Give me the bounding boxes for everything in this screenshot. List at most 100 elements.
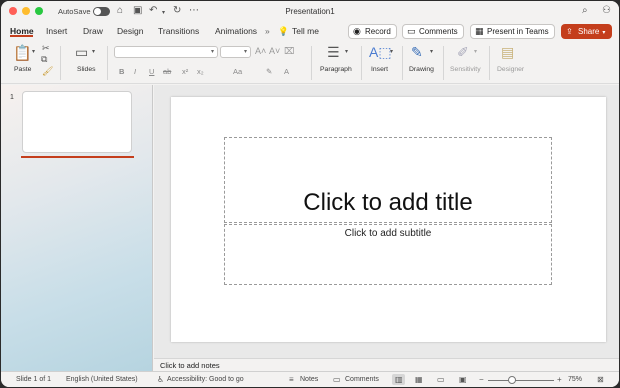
- title-placeholder-text: Click to add title: [303, 189, 473, 216]
- drawing-icon[interactable]: ✎: [411, 44, 423, 61]
- italic-button[interactable]: I: [134, 67, 136, 76]
- insert-shapes-icon[interactable]: A⬚: [369, 44, 392, 61]
- accessibility-status[interactable]: Accessibility: Good to go: [167, 376, 244, 383]
- share-people-icon[interactable]: ⚇: [602, 5, 611, 17]
- bold-button[interactable]: B: [119, 67, 124, 76]
- superscript-button[interactable]: x²: [182, 67, 188, 76]
- selected-slide-indicator: [21, 156, 134, 158]
- record-icon: ◉: [353, 26, 361, 36]
- notes-icon: ≡: [289, 375, 294, 384]
- tab-animations[interactable]: Animations: [215, 26, 257, 36]
- designer-icon: ▤: [501, 44, 515, 60]
- present-in-teams-button[interactable]: ▦ Present in Teams: [470, 24, 555, 39]
- paragraph-dropdown-icon[interactable]: ▾: [345, 48, 348, 55]
- share-icon: ⇪: [566, 27, 573, 36]
- format-painter-icon[interactable]: 🖌: [42, 66, 53, 77]
- paste-icon[interactable]: 📋: [13, 44, 32, 62]
- slide-sorter-icon[interactable]: ▦: [415, 375, 423, 384]
- powerpoint-window: AutoSave ⌂ ▣ ↶ ▾ ↻ ⋯ Presentation1 ⌕ ⚇ H…: [1, 1, 619, 387]
- undo-icon[interactable]: ↶: [149, 5, 157, 17]
- copy-icon[interactable]: ⧉: [41, 54, 47, 65]
- accessibility-icon: ♿: [157, 375, 165, 384]
- minimize-window-button[interactable]: [22, 7, 30, 15]
- divider: [107, 46, 108, 80]
- comments-status-icon: ▭: [333, 375, 341, 384]
- comments-status-button[interactable]: Comments: [345, 376, 379, 383]
- fit-to-window-icon[interactable]: ⊠: [597, 375, 604, 384]
- slide-count: Slide 1 of 1: [16, 376, 52, 383]
- font-size-select[interactable]: ▾: [220, 46, 251, 58]
- divider: [311, 46, 312, 80]
- autosave-toggle[interactable]: [93, 7, 110, 16]
- decrease-font-icon[interactable]: A˅: [269, 46, 280, 56]
- divider: [402, 46, 403, 80]
- title-placeholder[interactable]: Click to add title: [224, 137, 552, 223]
- tab-design[interactable]: Design: [117, 26, 143, 36]
- drawing-label: Drawing: [409, 66, 434, 73]
- change-case-button[interactable]: Aa: [233, 67, 242, 76]
- close-window-button[interactable]: [9, 7, 17, 15]
- save-icon[interactable]: ▣: [133, 5, 142, 17]
- slides-label: Slides: [77, 66, 96, 73]
- increase-font-icon[interactable]: A˄: [255, 46, 266, 56]
- more-icon[interactable]: ⋯: [189, 5, 199, 17]
- zoom-window-button[interactable]: [35, 7, 43, 15]
- share-dropdown-icon: ▾: [602, 30, 606, 36]
- home-icon[interactable]: ⌂: [117, 5, 123, 17]
- strikethrough-button[interactable]: ab: [163, 67, 171, 76]
- highlight-icon[interactable]: ✎: [266, 67, 272, 76]
- zoom-out-icon[interactable]: −: [479, 375, 484, 384]
- tab-insert[interactable]: Insert: [46, 26, 67, 36]
- tab-draw[interactable]: Draw: [83, 26, 103, 36]
- slideshow-icon[interactable]: ▣: [459, 375, 467, 384]
- undo-dropdown-icon[interactable]: ▾: [162, 7, 165, 19]
- notes-pane[interactable]: Click to add notes: [154, 358, 619, 371]
- divider: [361, 46, 362, 80]
- normal-view-icon: ▥: [395, 375, 403, 384]
- divider: [60, 46, 61, 80]
- zoom-level[interactable]: 75%: [568, 376, 582, 383]
- redo-icon[interactable]: ↻: [173, 5, 181, 17]
- insert-label: Insert: [371, 66, 388, 73]
- slide-thumbnail-pane: 1: [1, 85, 153, 371]
- ribbon: 📋 ▾ ✂ ⧉ 🖌 Paste ▭ ▾ Slides ▾ ▾ A˄ A˅ ⌧ ☰…: [1, 42, 619, 84]
- designer-label: Designer: [497, 66, 525, 73]
- subtitle-placeholder[interactable]: Click to add subtitle: [224, 224, 552, 285]
- drawing-dropdown-icon[interactable]: ▾: [430, 48, 433, 55]
- reading-view-icon[interactable]: ▭: [437, 375, 445, 384]
- font-name-select[interactable]: ▾: [114, 46, 218, 58]
- active-tab-indicator: [10, 35, 33, 37]
- more-tabs-icon[interactable]: »: [265, 26, 270, 36]
- present-label: Present in Teams: [487, 27, 549, 36]
- teams-icon: ▦: [475, 26, 484, 36]
- tell-me-field[interactable]: Tell me: [292, 26, 319, 36]
- sensitivity-label: Sensitivity: [450, 66, 481, 73]
- zoom-in-icon[interactable]: +: [557, 375, 562, 384]
- language-status[interactable]: English (United States): [66, 376, 138, 383]
- search-icon[interactable]: ⌕: [582, 5, 588, 17]
- share-button[interactable]: ⇪ Share ▾: [561, 24, 612, 39]
- clear-formatting-icon[interactable]: ⌧: [284, 46, 294, 57]
- notes-button[interactable]: Notes: [300, 376, 318, 383]
- paragraph-icon[interactable]: ☰: [327, 44, 340, 61]
- cut-icon[interactable]: ✂: [42, 43, 50, 54]
- paragraph-label: Paragraph: [320, 66, 352, 73]
- subscript-button[interactable]: x₂: [197, 67, 204, 76]
- underline-button[interactable]: U: [149, 67, 154, 76]
- slide-canvas[interactable]: Click to add title Click to add subtitle: [171, 97, 606, 342]
- tab-transitions[interactable]: Transitions: [158, 26, 199, 36]
- slide-number: 1: [10, 94, 14, 101]
- font-color-icon[interactable]: A: [284, 67, 289, 76]
- comments-button[interactable]: ▭ Comments: [402, 24, 464, 39]
- record-label: Record: [365, 27, 391, 36]
- slides-dropdown-icon[interactable]: ▾: [92, 48, 95, 55]
- zoom-slider-thumb[interactable]: [508, 376, 516, 384]
- paste-dropdown-icon[interactable]: ▾: [32, 48, 35, 55]
- new-slide-icon[interactable]: ▭: [75, 44, 88, 61]
- slide-thumbnail[interactable]: [22, 91, 132, 153]
- subtitle-placeholder-text: Click to add subtitle: [344, 228, 432, 239]
- insert-dropdown-icon[interactable]: ▾: [390, 48, 393, 55]
- zoom-slider[interactable]: [488, 380, 554, 381]
- record-button[interactable]: ◉ Record: [348, 24, 397, 39]
- slide-editor: Click to add title Click to add subtitle: [154, 85, 619, 358]
